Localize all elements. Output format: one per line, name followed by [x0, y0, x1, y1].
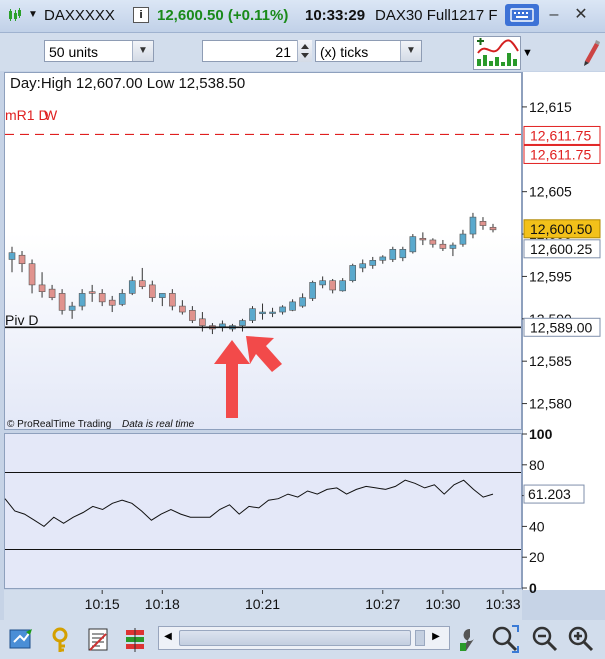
- minimize-button[interactable]: –: [545, 6, 563, 24]
- ticks-select-value: (x) ticks: [320, 44, 369, 60]
- price-chart-panel[interactable]: [4, 72, 522, 430]
- ticks-count-input[interactable]: 21: [202, 40, 312, 62]
- list-icon[interactable]: [86, 626, 112, 654]
- zoom-fit-icon[interactable]: [490, 624, 520, 654]
- symbol-label[interactable]: DAXXXXX: [44, 7, 115, 24]
- candlestick-app-icon: [9, 8, 21, 21]
- last-price: 12,600.50 (+0.11%): [157, 7, 289, 24]
- close-button[interactable]: ✕: [572, 6, 590, 24]
- ticks-select[interactable]: (x) ticks ▼: [315, 40, 422, 62]
- chart-toolbar: 50 units ▼ 21 (x) ticks ▼ ▼: [0, 33, 605, 71]
- spin-arrows-icon: [301, 44, 309, 58]
- chevron-down-icon: ▼: [132, 41, 153, 61]
- info-button[interactable]: i: [133, 7, 149, 23]
- chart-trade-icon[interactable]: [8, 626, 38, 654]
- time-axis: [4, 590, 522, 620]
- scroll-right-icon[interactable]: ▶: [429, 629, 443, 645]
- scroll-end-marker: [415, 630, 425, 646]
- scroll-thumb[interactable]: [179, 630, 411, 646]
- title-bar: ▼ DAXXXXX i 12,600.50 (+0.11%) 10:33:29 …: [0, 0, 605, 33]
- spinner-arrows[interactable]: [297, 40, 312, 62]
- zoom-in-icon[interactable]: [566, 624, 594, 654]
- clock-time: 10:33:29: [305, 7, 366, 24]
- order-book-icon[interactable]: [122, 626, 150, 654]
- indicator-button[interactable]: [473, 36, 521, 70]
- horizontal-scrollbar[interactable]: ◀ ▶: [158, 626, 450, 650]
- bottom-toolbar: ◀ ▶: [0, 620, 605, 659]
- indicator-dropdown-icon[interactable]: ▼: [522, 47, 533, 59]
- indicator-chart-icon: [477, 38, 519, 66]
- alert-bell-icon[interactable]: [50, 626, 78, 654]
- units-select[interactable]: 50 units ▼: [44, 40, 154, 62]
- dropdown-arrow-icon[interactable]: ▼: [28, 9, 38, 20]
- pencil-icon[interactable]: [579, 37, 603, 67]
- units-select-value: 50 units: [49, 44, 99, 60]
- chevron-down-icon: ▼: [400, 41, 421, 61]
- keyboard-icon: [510, 8, 534, 22]
- wrench-settings-icon[interactable]: [456, 625, 480, 655]
- price-axis[interactable]: [522, 72, 605, 590]
- scroll-left-icon[interactable]: ◀: [161, 629, 175, 645]
- oscillator-panel[interactable]: [4, 433, 522, 589]
- instrument-name: DAX30 Full1217 F: [375, 7, 498, 24]
- zoom-out-icon[interactable]: [530, 624, 558, 654]
- keyboard-button[interactable]: [505, 4, 539, 26]
